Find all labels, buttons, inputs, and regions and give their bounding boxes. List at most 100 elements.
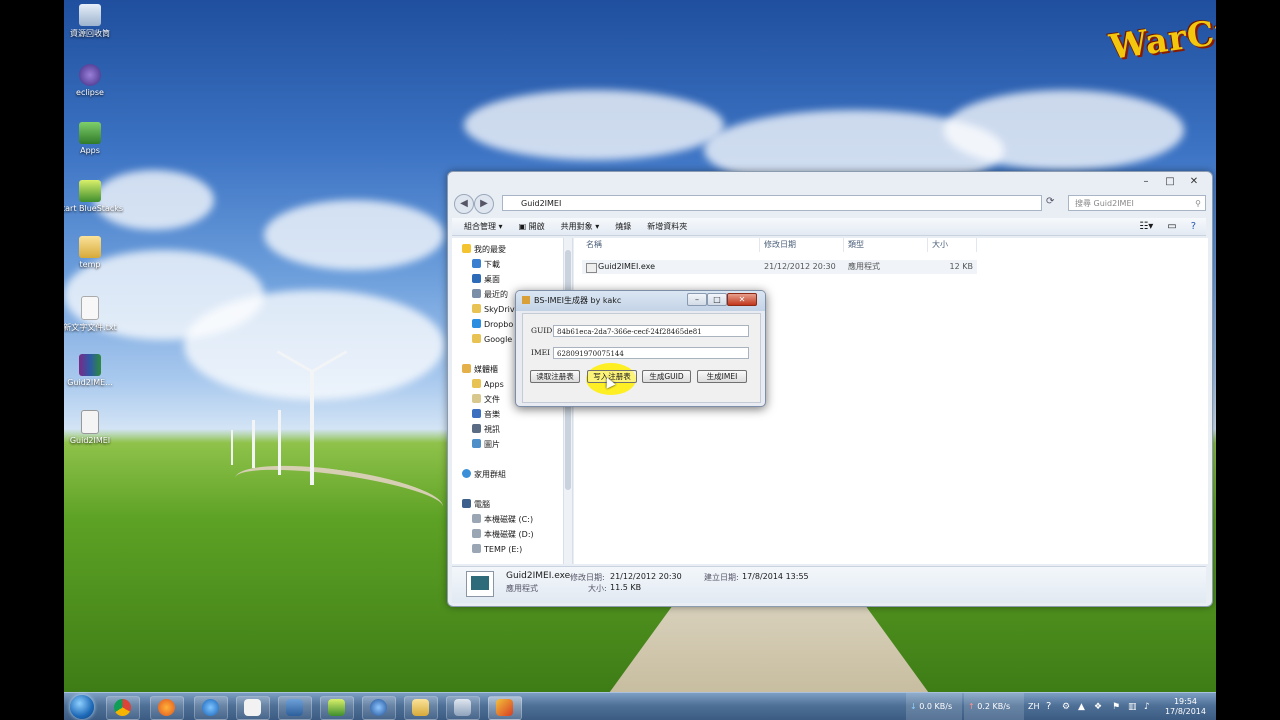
exe-file-icon (81, 410, 99, 434)
settings-icon[interactable]: ⚙ (1062, 693, 1070, 720)
folder-icon (412, 699, 429, 716)
star-icon (462, 244, 471, 253)
folder-icon (472, 334, 481, 343)
taskbar-ie[interactable] (194, 696, 228, 720)
dropbox-tray-icon[interactable]: ❖ (1094, 693, 1102, 720)
language-indicator[interactable]: ZH (1028, 693, 1040, 720)
path-segment[interactable]: Guid2IMEI (521, 199, 561, 208)
imei-field[interactable]: 628091970075144 (553, 347, 749, 359)
nav-item-drive-d[interactable]: 本機磁碟 (D:) (462, 527, 572, 542)
nav-item-pictures[interactable]: 圖片 (462, 437, 572, 452)
letterbox-left (0, 0, 64, 720)
eclipse-icon (79, 64, 101, 86)
nav-favorites[interactable]: 我的最愛 (462, 242, 572, 257)
apps-shortcut[interactable]: Apps (64, 122, 125, 155)
generate-guid-button[interactable]: 生成GUID (642, 370, 691, 383)
road (604, 600, 934, 692)
documents-icon (472, 394, 481, 403)
close-button[interactable]: ✕ (1182, 174, 1206, 189)
exe-file-icon (586, 263, 597, 273)
minimize-button[interactable]: – (1134, 174, 1158, 189)
taskbar-explorer[interactable] (404, 696, 438, 720)
nav-item-drive-c[interactable]: 本機磁碟 (C:) (462, 512, 572, 527)
flag-icon[interactable]: ⚑ (1112, 693, 1120, 720)
nav-item-videos[interactable]: 視訊 (462, 422, 572, 437)
search-input[interactable]: 搜尋 Guid2IMEI ⚲ (1068, 195, 1206, 211)
tray-arrow-icon[interactable]: ▲ (1078, 693, 1085, 720)
guid2imei-shortcut[interactable]: Guid2IMEI (64, 410, 125, 445)
table-row[interactable]: Guid2IMEI.exe 21/12/2012 20:30 應用程式 12 K… (582, 260, 977, 274)
dropbox-icon (472, 319, 481, 328)
nav-homegroup[interactable]: 家用群組 (462, 467, 572, 482)
preview-pane-icon[interactable]: ▭ (1167, 221, 1176, 232)
dialog-maximize-button[interactable]: □ (707, 293, 727, 306)
eclipse-shortcut[interactable]: eclipse (64, 64, 125, 97)
view-options-icon[interactable]: ☷▾ (1139, 221, 1153, 232)
open-icon: ▣ (518, 222, 529, 231)
nav-item-music[interactable]: 音樂 (462, 407, 572, 422)
text-file-icon (81, 296, 99, 320)
open-button[interactable]: ▣ 開啟 (519, 221, 545, 232)
start-button[interactable] (70, 695, 94, 719)
taskbar-network[interactable] (278, 696, 312, 720)
text-file[interactable]: 新文字文件.txt (64, 296, 125, 333)
address-bar[interactable]: Guid2IMEI (502, 195, 1042, 211)
command-bar: 組合管理 ▾ ▣ 開啟 共用對象 ▾ 燒錄 新增資料夾 ☷▾ ▭ ? (452, 218, 1206, 236)
guid-field[interactable]: 84b61eca-2da7-366e-cecf-24f28465de81 (553, 325, 749, 337)
column-type[interactable]: 類型 (844, 238, 928, 252)
taskbar-bluestacks[interactable] (320, 696, 354, 720)
taskbar-imei-generator[interactable] (488, 696, 522, 720)
bluestacks-shortcut[interactable]: Start BlueStacks (64, 180, 125, 213)
generate-imei-button[interactable]: 生成IMEI (697, 370, 747, 383)
nav-item-downloads[interactable]: 下載 (462, 257, 572, 272)
recycle-bin[interactable]: 資源回收筒 (64, 4, 125, 39)
dialog-close-button[interactable]: ✕ (727, 293, 757, 306)
computer-icon (462, 499, 471, 508)
imei-generator-icon (496, 699, 513, 716)
help-icon[interactable]: ? (1191, 221, 1196, 232)
grid-app-icon (244, 699, 261, 716)
exe-file-icon (466, 571, 494, 597)
back-button[interactable]: ◀ (454, 194, 474, 214)
help-icon[interactable]: ? (1046, 693, 1051, 720)
taskbar: ↓ 0.0 KB/s ↑ 0.2 KB/s ZH ? ⚙ ▲ ❖ ⚑ ▥ ♪ 1… (64, 692, 1216, 720)
column-size[interactable]: 大小 (928, 238, 977, 252)
burn-button[interactable]: 燒錄 (615, 221, 631, 232)
taskbar-guid2imei[interactable] (446, 696, 480, 720)
nav-item-drive-e[interactable]: TEMP (E:) (462, 542, 572, 557)
nav-item-desktop[interactable]: 桌面 (462, 272, 572, 287)
refresh-icon[interactable]: ⟳ (1046, 196, 1054, 207)
network-tray-icon[interactable]: ▥ (1128, 693, 1137, 720)
taskbar-apps[interactable] (236, 696, 270, 720)
maximize-button[interactable]: □ (1158, 174, 1182, 189)
drive-icon (472, 544, 481, 553)
folder-icon (472, 304, 481, 313)
forward-button[interactable]: ▶ (474, 194, 494, 214)
taskbar-firefox[interactable] (150, 696, 184, 720)
drive-icon (472, 514, 481, 523)
new-folder-button[interactable]: 新增資料夾 (647, 221, 687, 232)
clock[interactable]: 19:54 17/8/2014 (1165, 697, 1206, 717)
nav-computer[interactable]: 電腦 (462, 497, 572, 512)
folder-icon (79, 236, 101, 258)
temp-folder[interactable]: temp (64, 236, 125, 269)
read-registry-button[interactable]: 读取注册表 (530, 370, 580, 383)
winrar-archive[interactable]: Guid2IME... (64, 354, 125, 387)
column-modified[interactable]: 修改日期 (760, 238, 844, 252)
media-player-icon (370, 699, 387, 716)
upload-speed: ↑ 0.2 KB/s (964, 693, 1024, 720)
taskbar-chrome[interactable] (106, 696, 140, 720)
bluestacks-icon (328, 699, 345, 716)
volume-icon[interactable]: ♪ (1144, 693, 1150, 720)
share-button[interactable]: 共用對象 ▾ (561, 221, 600, 232)
address-row: ◀ ▶ Guid2IMEI ⟳ 搜尋 Guid2IMEI ⚲ (454, 194, 1206, 216)
search-icon: ⚲ (1195, 199, 1201, 208)
dialog-minimize-button[interactable]: – (687, 293, 707, 306)
network-icon (286, 699, 303, 716)
window-controls: – □ ✕ (1134, 174, 1206, 189)
organize-button[interactable]: 組合管理 ▾ (464, 221, 503, 232)
dialog-body: GUID: 84b61eca-2da7-366e-cecf-24f28465de… (522, 313, 761, 403)
download-folder-icon (472, 259, 481, 268)
column-name[interactable]: 名稱 (582, 238, 760, 252)
taskbar-media[interactable] (362, 696, 396, 720)
